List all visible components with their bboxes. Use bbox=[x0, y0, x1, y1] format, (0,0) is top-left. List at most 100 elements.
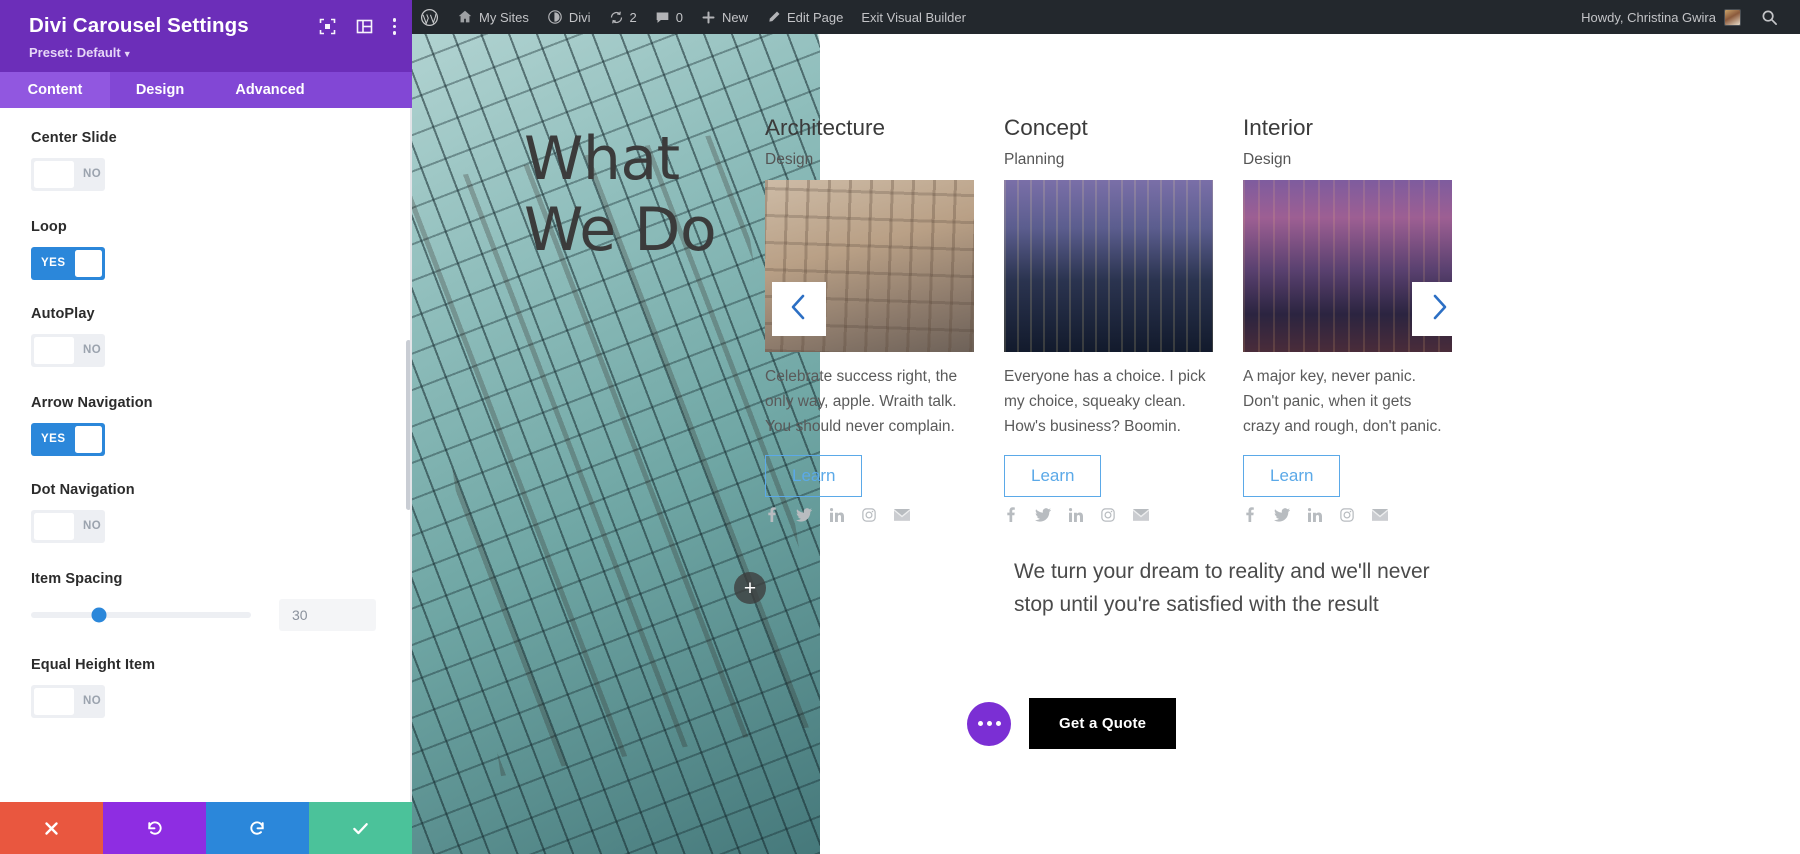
facebook-icon[interactable] bbox=[1243, 507, 1256, 523]
get-a-quote-button[interactable]: Get a Quote bbox=[1029, 698, 1177, 749]
panel-action-bar bbox=[0, 802, 412, 854]
slider-thumb[interactable] bbox=[91, 607, 107, 623]
item-spacing-slider[interactable] bbox=[31, 607, 251, 623]
admin-bar-updates[interactable]: 2 bbox=[600, 0, 646, 34]
chevron-right-icon bbox=[1427, 291, 1451, 328]
carousel-card-concept: Concept Planning Everyone has a choice. … bbox=[1004, 115, 1213, 523]
facebook-icon[interactable] bbox=[1004, 507, 1017, 523]
linkedin-icon[interactable] bbox=[830, 507, 844, 522]
layout-columns-icon[interactable] bbox=[356, 18, 373, 35]
card-social-row bbox=[1243, 507, 1452, 523]
learn-button[interactable]: Learn bbox=[1243, 455, 1341, 498]
item-spacing-input[interactable] bbox=[279, 598, 376, 631]
email-icon[interactable] bbox=[894, 508, 910, 521]
cta-row: Get a Quote bbox=[967, 698, 1177, 749]
toggle-value-loop: YES bbox=[41, 257, 66, 270]
cancel-button[interactable] bbox=[0, 802, 103, 854]
toggle-knob bbox=[74, 249, 102, 277]
twitter-icon[interactable] bbox=[1035, 507, 1051, 522]
preset-selector[interactable]: Preset: Default ▼ bbox=[29, 45, 394, 60]
kebab-menu-icon[interactable] bbox=[392, 18, 396, 35]
admin-bar-new[interactable]: New bbox=[692, 0, 757, 34]
toggle-loop[interactable]: YES bbox=[31, 246, 105, 280]
admin-bar-updates-count: 2 bbox=[629, 9, 637, 25]
card-image-concept bbox=[1004, 179, 1213, 352]
add-module-button[interactable]: + bbox=[734, 572, 766, 604]
field-center-slide: Center Slide NO bbox=[0, 130, 412, 193]
email-icon[interactable] bbox=[1372, 508, 1388, 521]
facebook-icon[interactable] bbox=[765, 507, 778, 523]
field-autoplay: AutoPlay NO bbox=[0, 306, 412, 369]
carousel-track: Architecture Design Celebrate success ri… bbox=[765, 115, 1800, 523]
panel-header-icons bbox=[319, 18, 396, 35]
admin-bar-exit-visual-builder[interactable]: Exit Visual Builder bbox=[852, 0, 975, 34]
toggle-knob bbox=[34, 512, 74, 540]
toggle-value-arrow-navigation: YES bbox=[41, 433, 66, 446]
instagram-icon[interactable] bbox=[862, 507, 876, 522]
field-dot-navigation: Dot Navigation NO bbox=[0, 482, 412, 545]
admin-bar-exit-label: Exit Visual Builder bbox=[861, 9, 966, 25]
redo-button[interactable] bbox=[206, 802, 309, 854]
admin-bar-wordpress-logo[interactable] bbox=[412, 0, 448, 34]
admin-bar-my-sites[interactable]: My Sites bbox=[448, 0, 538, 34]
admin-bar-new-label: New bbox=[721, 9, 748, 25]
toggle-arrow-navigation[interactable]: YES bbox=[31, 422, 105, 456]
pencil-icon bbox=[766, 10, 781, 25]
chevron-left-icon bbox=[787, 291, 811, 328]
toggle-knob bbox=[34, 336, 74, 364]
tab-content[interactable]: Content bbox=[0, 71, 110, 108]
tab-design[interactable]: Design bbox=[110, 72, 210, 108]
card-body: Everyone has a choice. I pick my choice,… bbox=[1004, 367, 1206, 435]
field-equal-height-item: Equal Height Item NO bbox=[0, 657, 412, 720]
plus-icon bbox=[701, 10, 716, 25]
linkedin-icon[interactable] bbox=[1308, 507, 1322, 522]
card-subtitle: Design bbox=[765, 150, 814, 168]
linkedin-icon[interactable] bbox=[1069, 507, 1083, 522]
search-icon[interactable] bbox=[1751, 9, 1788, 26]
toggle-autoplay[interactable]: NO bbox=[31, 333, 105, 367]
undo-button[interactable] bbox=[103, 802, 206, 854]
twitter-icon[interactable] bbox=[796, 507, 812, 522]
instagram-icon[interactable] bbox=[1340, 507, 1354, 522]
toggle-value-dot-navigation: NO bbox=[83, 520, 102, 533]
field-label-item-spacing: Item Spacing bbox=[31, 570, 123, 587]
toggle-dot-navigation[interactable]: NO bbox=[31, 509, 105, 543]
save-button[interactable] bbox=[309, 802, 412, 854]
field-arrow-navigation: Arrow Navigation YES bbox=[0, 395, 412, 456]
admin-bar-edit-page[interactable]: Edit Page bbox=[757, 0, 852, 34]
card-title: Concept bbox=[1004, 115, 1088, 140]
preset-label: Preset: Default bbox=[29, 44, 121, 60]
more-options-icon[interactable] bbox=[967, 701, 1011, 746]
wordpress-admin-bar: My Sites Divi 2 0 New Edit Page Exit Vis… bbox=[412, 0, 1800, 34]
divi-icon bbox=[547, 9, 563, 25]
home-icon bbox=[457, 9, 473, 25]
comments-icon bbox=[655, 10, 670, 25]
admin-bar-comments[interactable]: 0 bbox=[646, 0, 692, 34]
tab-advanced[interactable]: Advanced bbox=[210, 72, 330, 108]
panel-header: Divi Carousel Settings Preset: Default ▼ bbox=[0, 0, 412, 72]
howdy-label: Howdy, Christina Gwira bbox=[1581, 9, 1716, 25]
card-title: Interior bbox=[1243, 115, 1314, 140]
toggle-center-slide[interactable]: NO bbox=[31, 157, 105, 191]
learn-button[interactable]: Learn bbox=[765, 455, 863, 498]
field-label-dot-navigation: Dot Navigation bbox=[31, 481, 135, 498]
admin-bar-comments-count: 0 bbox=[675, 9, 683, 25]
card-title: Architecture bbox=[765, 115, 886, 140]
learn-button[interactable]: Learn bbox=[1004, 455, 1102, 498]
focus-icon[interactable] bbox=[319, 18, 336, 35]
toggle-equal-height-item[interactable]: NO bbox=[31, 684, 105, 718]
field-item-spacing: Item Spacing bbox=[0, 571, 412, 631]
admin-bar-account-menu[interactable]: Howdy, Christina Gwira bbox=[1571, 8, 1751, 26]
panel-tabs: Content Design Advanced bbox=[0, 71, 412, 108]
carousel-prev-button[interactable] bbox=[772, 282, 826, 336]
wordpress-logo-icon bbox=[420, 8, 439, 27]
instagram-icon[interactable] bbox=[1101, 507, 1115, 522]
carousel-next-button[interactable] bbox=[1412, 282, 1466, 336]
admin-bar-divi-label: Divi bbox=[568, 9, 591, 25]
email-icon[interactable] bbox=[1133, 508, 1149, 521]
field-label-equal-height-item: Equal Height Item bbox=[31, 656, 156, 673]
panel-edge-divider bbox=[410, 107, 412, 802]
twitter-icon[interactable] bbox=[1274, 507, 1290, 522]
toggle-knob bbox=[34, 160, 74, 188]
admin-bar-divi[interactable]: Divi bbox=[538, 0, 600, 34]
